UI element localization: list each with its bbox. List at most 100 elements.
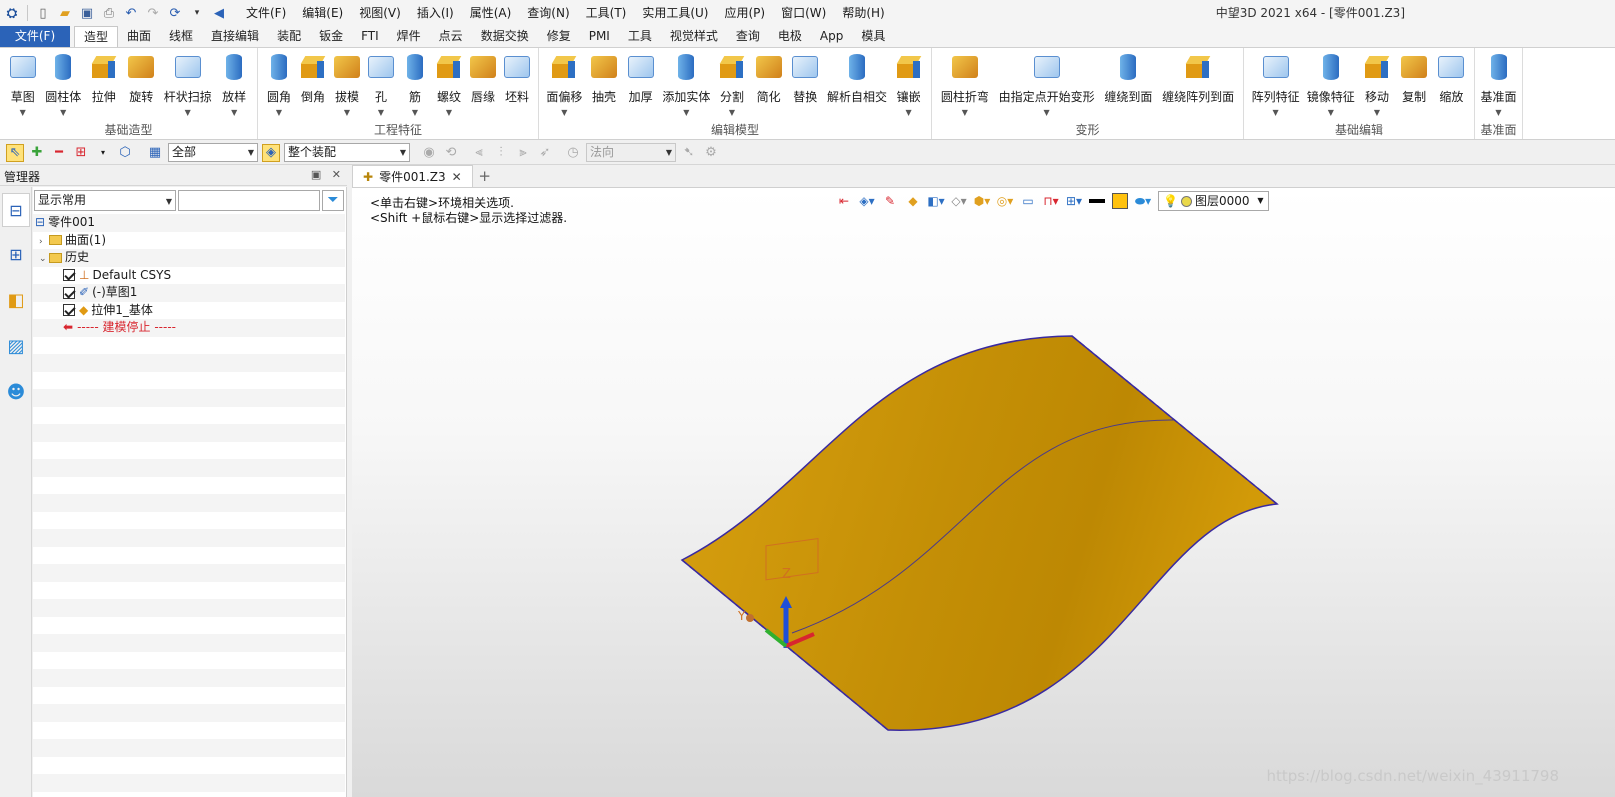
tree-row[interactable]: ⬅ ----- 建模停止 ----- bbox=[33, 319, 345, 337]
ribbon-tab-15[interactable]: 电极 bbox=[769, 26, 811, 47]
chevron-down-icon[interactable]: ▼ bbox=[1273, 108, 1279, 118]
assembly-scope-icon[interactable]: ◈ bbox=[262, 143, 280, 162]
tree-row[interactable]: ⌄ 历史 bbox=[33, 249, 345, 267]
app-logo-icon[interactable]: ⛭ bbox=[3, 4, 21, 22]
close-icon[interactable]: ✕ bbox=[332, 168, 341, 181]
chevron-down-icon[interactable]: ▼ bbox=[378, 108, 384, 118]
chevron-down-icon[interactable]: ▼ bbox=[20, 108, 26, 118]
file-tab[interactable]: 文件(F) bbox=[0, 26, 70, 47]
pick-icon[interactable]: ⇖ bbox=[6, 143, 24, 162]
ribbon-tab-6[interactable]: FTI bbox=[352, 26, 388, 47]
ribbon-tab-11[interactable]: PMI bbox=[580, 26, 619, 47]
history-tree-tab-icon[interactable]: ⊟ bbox=[2, 193, 30, 227]
align-left-icon[interactable]: ⫷ bbox=[470, 144, 488, 162]
ribbon-button-scale[interactable]: 缩放 bbox=[1433, 52, 1469, 121]
chevron-down-icon[interactable]: ▼ bbox=[1374, 108, 1380, 118]
part-tab-icon[interactable]: ◧ bbox=[5, 289, 27, 311]
tree-row[interactable]: ⊟ 零件001 bbox=[33, 214, 345, 232]
menu-item-4[interactable]: 属性(A) bbox=[462, 1, 520, 25]
ribbon-button-datum-plane[interactable]: 基准面 ▼ bbox=[1479, 52, 1518, 121]
chevron-down-icon[interactable]: ▼ bbox=[446, 108, 452, 118]
redo-icon[interactable]: ↷ bbox=[144, 4, 162, 22]
undo-icon[interactable]: ↶ bbox=[122, 4, 140, 22]
chevron-down-icon[interactable]: ▼ bbox=[60, 108, 66, 118]
chevron-down-icon[interactable]: ▼ bbox=[906, 108, 912, 118]
tree-row[interactable]: ✐ (-)草图1 bbox=[33, 284, 345, 302]
ribbon-tab-16[interactable]: App bbox=[811, 26, 852, 47]
lasso-icon[interactable]: ⬡ bbox=[116, 144, 134, 162]
ribbon-button-shell[interactable]: 抽壳 bbox=[586, 52, 622, 121]
open-file-icon[interactable]: ▰ bbox=[56, 4, 74, 22]
document-tab[interactable]: ✚ 零件001.Z3 ✕ bbox=[352, 165, 473, 187]
chevron-down-icon[interactable]: ▼ bbox=[231, 108, 237, 118]
new-tab-button[interactable]: + bbox=[473, 165, 497, 187]
ribbon-button-cylinder-bend[interactable]: 圆柱折弯 ▼ bbox=[938, 52, 992, 121]
display-filter-select[interactable]: 显示常用 ▼ bbox=[34, 189, 176, 211]
chevron-down-icon[interactable]: ▼ bbox=[185, 108, 191, 118]
menu-item-1[interactable]: 编辑(E) bbox=[294, 1, 351, 25]
ribbon-button-face-offset[interactable]: 面偏移 ▼ bbox=[543, 52, 585, 121]
chevron-down-icon[interactable]: ▼ bbox=[1328, 108, 1334, 118]
menu-item-9[interactable]: 窗口(W) bbox=[773, 1, 834, 25]
ribbon-tab-7[interactable]: 焊件 bbox=[388, 26, 430, 47]
ribbon-tab-2[interactable]: 线框 bbox=[160, 26, 202, 47]
ribbon-button-thread[interactable]: 螺纹 ▼ bbox=[432, 52, 466, 121]
ribbon-tab-10[interactable]: 修复 bbox=[538, 26, 580, 47]
ribbon-button-lip[interactable]: 唇缘 bbox=[466, 52, 500, 121]
assembly-tab-icon[interactable]: ⊞ bbox=[5, 243, 27, 265]
ribbon-button-rod-sweep[interactable]: 杆状扫掠 ▼ bbox=[161, 52, 215, 121]
ribbon-button-mirror[interactable]: 镜像特征 ▼ bbox=[1304, 52, 1358, 121]
ribbon-tab-3[interactable]: 直接编辑 bbox=[202, 26, 268, 47]
manager-search-input[interactable] bbox=[178, 189, 320, 211]
customize-icon[interactable]: ▾ bbox=[188, 4, 206, 22]
chevron-down-icon[interactable]: ▼ bbox=[1044, 108, 1050, 118]
print-icon[interactable]: ⎙ bbox=[100, 4, 118, 22]
user-tab-icon[interactable]: ☻ bbox=[5, 381, 27, 403]
menu-item-10[interactable]: 帮助(H) bbox=[834, 1, 892, 25]
chevron-down-icon[interactable]: ▼ bbox=[1495, 108, 1501, 118]
ribbon-button-point-deform[interactable]: 由指定点开始变形 ▼ bbox=[996, 52, 1098, 121]
settings-icon[interactable]: ⚙ bbox=[702, 144, 720, 162]
back-icon[interactable]: ◀ bbox=[210, 4, 228, 22]
ribbon-button-draft[interactable]: 拔模 ▼ bbox=[330, 52, 364, 121]
filter-select[interactable]: 全部 ▼ bbox=[168, 143, 258, 162]
expander-icon[interactable]: › bbox=[39, 234, 49, 251]
ribbon-tab-17[interactable]: 模具 bbox=[852, 26, 894, 47]
ribbon-button-fillet[interactable]: 圆角 ▼ bbox=[262, 52, 296, 121]
pointer-icon[interactable]: ➶ bbox=[536, 144, 554, 162]
filter-chart-icon[interactable]: ▦ bbox=[146, 144, 164, 162]
ribbon-button-loft[interactable]: 放样 ▼ bbox=[216, 52, 252, 121]
ribbon-button-emboss[interactable]: 镶嵌 ▼ bbox=[891, 52, 927, 121]
select-mode-icon[interactable]: ⊞ bbox=[72, 144, 90, 162]
ribbon-tab-12[interactable]: 工具 bbox=[619, 26, 661, 47]
tree-row[interactable]: ⊥ Default CSYS bbox=[33, 266, 345, 284]
align-center-icon[interactable]: ⫶ bbox=[492, 144, 510, 162]
ribbon-tab-4[interactable]: 装配 bbox=[268, 26, 310, 47]
ribbon-button-move[interactable]: 移动 ▼ bbox=[1359, 52, 1395, 121]
ribbon-button-extrude[interactable]: 拉伸 bbox=[86, 52, 122, 121]
surface-body[interactable] bbox=[680, 335, 1279, 731]
restore-icon[interactable]: ▣ bbox=[311, 168, 321, 181]
add-icon[interactable]: ✚ bbox=[28, 144, 46, 162]
visual-tab-icon[interactable]: ▨ bbox=[5, 335, 27, 357]
ribbon-tab-0[interactable]: 造型 bbox=[74, 26, 119, 47]
ribbon-button-replace[interactable]: 替换 bbox=[787, 52, 823, 121]
menu-item-2[interactable]: 视图(V) bbox=[351, 1, 409, 25]
chevron-down-icon[interactable]: ▼ bbox=[729, 108, 735, 118]
save-icon[interactable]: ▣ bbox=[78, 4, 96, 22]
visibility-checkbox[interactable] bbox=[63, 269, 75, 281]
ribbon-tab-5[interactable]: 钣金 bbox=[310, 26, 352, 47]
tree-row[interactable]: ◆ 拉伸1_基体 bbox=[33, 301, 345, 319]
chevron-down-icon[interactable]: ▼ bbox=[561, 108, 567, 118]
ribbon-button-revolve[interactable]: 旋转 bbox=[123, 52, 159, 121]
ribbon-button-stock[interactable]: 坯料 bbox=[500, 52, 534, 121]
visibility-checkbox[interactable] bbox=[63, 286, 75, 299]
scope-select[interactable]: 整个装配 ▼ bbox=[284, 143, 410, 162]
ribbon-button-self-intersect[interactable]: 解析自相交 bbox=[824, 52, 890, 121]
ribbon-button-pattern[interactable]: 阵列特征 ▼ bbox=[1249, 52, 1303, 121]
menu-item-8[interactable]: 应用(P) bbox=[717, 1, 774, 25]
ribbon-tab-14[interactable]: 查询 bbox=[727, 26, 769, 47]
ribbon-button-add-solid[interactable]: 添加实体 ▼ bbox=[659, 52, 713, 121]
menu-item-3[interactable]: 插入(I) bbox=[409, 1, 462, 25]
ribbon-button-simplify[interactable]: 简化 bbox=[751, 52, 787, 121]
